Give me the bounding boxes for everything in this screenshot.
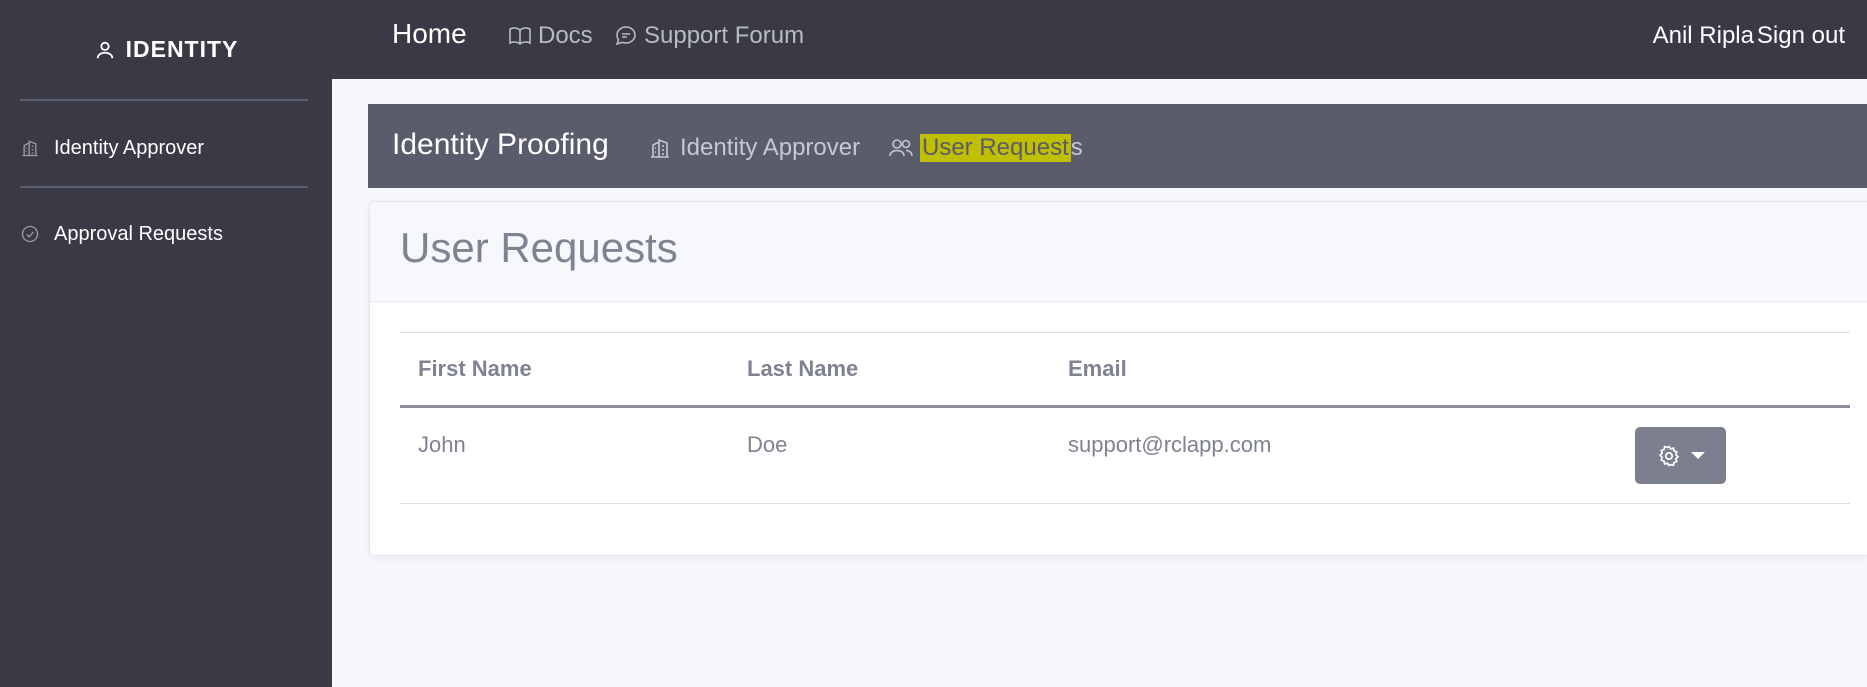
table-header-border: [400, 405, 1850, 408]
check-circle-icon: [20, 224, 40, 244]
sidebar-divider: [20, 99, 308, 101]
cell-email: support@rclapp.com: [1068, 432, 1272, 457]
sidebar-item-label: Approval Requests: [54, 222, 223, 245]
sidebar-item-approval-requests[interactable]: Approval Requests: [20, 214, 310, 254]
cell-last-name: Doe: [747, 432, 788, 457]
nav-support-forum-link[interactable]: Support Forum: [614, 22, 804, 50]
identity-proofing-header: Identity Proofing Identity Approver User…: [368, 104, 1867, 188]
section-title[interactable]: Identity Proofing: [392, 128, 609, 162]
brand-label: IDENTITY: [125, 36, 239, 62]
sidebar: IDENTITY Identity Approver Approval Requ…: [0, 0, 332, 687]
page-title: User Requests: [400, 224, 678, 271]
table-bottom-border: [400, 503, 1850, 504]
gear-icon: [1657, 444, 1681, 468]
tab-identity-approver[interactable]: Identity Approver: [648, 134, 860, 162]
tab-user-requests[interactable]: User Request s: [888, 134, 1083, 162]
book-icon: [508, 24, 532, 48]
user-icon: [94, 39, 116, 61]
top-navbar: Home Docs Support Forum Anil Ripla Sign …: [332, 0, 1867, 79]
brand-logo[interactable]: IDENTITY: [0, 0, 332, 99]
table-top-border: [400, 332, 1850, 333]
sign-out-link[interactable]: Sign out: [1757, 22, 1845, 50]
sidebar-item-label: Identity Approver: [54, 136, 205, 159]
nav-support-forum-label: Support Forum: [644, 22, 805, 49]
sidebar-divider: [20, 186, 308, 188]
card-header: User Requests: [370, 202, 1867, 302]
building-icon: [20, 138, 40, 158]
nav-user-name[interactable]: Anil Ripla: [1653, 22, 1754, 50]
column-header-first-name[interactable]: First Name: [418, 356, 532, 382]
cell-first-name: John: [418, 432, 466, 457]
tab-identity-approver-label: Identity Approver: [680, 134, 861, 161]
row-actions-dropdown-button[interactable]: [1635, 427, 1726, 484]
user-requests-card: User Requests First Name Last Name Email…: [369, 201, 1867, 556]
nav-docs-label: Docs: [538, 22, 593, 49]
nav-home-link[interactable]: Home: [392, 18, 467, 50]
column-header-email[interactable]: Email: [1068, 356, 1127, 382]
users-icon: [888, 136, 914, 160]
chevron-down-icon: [1690, 452, 1705, 459]
tab-user-requests-highlighted-label: User Request: [920, 134, 1071, 162]
building-icon: [648, 136, 674, 160]
chat-icon: [614, 24, 638, 48]
sidebar-item-identity-approver[interactable]: Identity Approver: [20, 128, 310, 168]
column-header-last-name[interactable]: Last Name: [747, 356, 858, 382]
tab-user-requests-label-rest: s: [1070, 134, 1083, 161]
nav-docs-link[interactable]: Docs: [508, 22, 593, 50]
